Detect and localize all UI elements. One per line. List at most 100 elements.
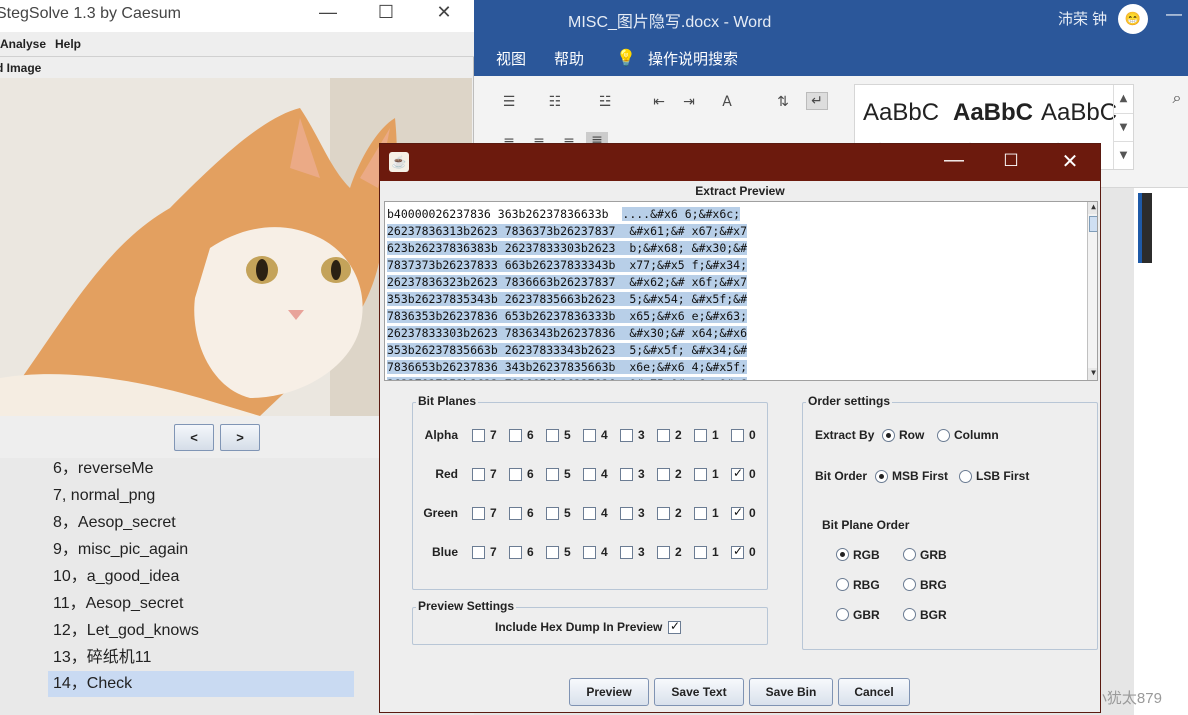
multilevel-list-icon[interactable]: ☳ — [594, 94, 616, 112]
extract-by-column-radio[interactable] — [937, 429, 950, 442]
hex-dump-checkbox[interactable] — [668, 619, 681, 634]
bit-checkbox[interactable] — [657, 468, 670, 481]
extract-preview-text[interactable]: b40000026237836 363b26237836633b ....&#x… — [384, 201, 1098, 381]
menu-analyse[interactable]: Analyse — [0, 37, 46, 51]
plane-order-gbr-radio[interactable] — [836, 608, 849, 621]
bit-checkbox[interactable] — [472, 546, 485, 559]
numbered-list-icon[interactable]: ☷ — [544, 94, 566, 112]
list-item-selected[interactable]: 14，Check — [48, 671, 354, 697]
preview-line: 26237836313b2623 7836373b26237837 &#x61;… — [387, 223, 748, 240]
bit-checkbox[interactable] — [620, 429, 633, 442]
increase-indent-icon[interactable]: ⇥ — [678, 94, 700, 112]
extract-by-row-radio[interactable] — [882, 429, 895, 442]
bit-number-label: 6 — [527, 467, 534, 481]
bit-checkbox[interactable] — [472, 468, 485, 481]
msb-first-radio[interactable] — [875, 470, 888, 483]
bit-checkbox[interactable] — [731, 429, 744, 442]
bit-checkbox[interactable] — [731, 544, 744, 559]
scroll-up-icon[interactable]: ▲ — [1088, 202, 1097, 214]
bit-checkbox[interactable] — [694, 429, 707, 442]
bit-checkbox[interactable] — [694, 468, 707, 481]
bit-checkbox[interactable] — [583, 546, 596, 559]
list-item[interactable]: 6，reverseMe — [48, 456, 354, 482]
style-sample-heading2[interactable]: AaBbC — [863, 99, 939, 127]
bit-checkbox[interactable] — [657, 546, 670, 559]
bit-planes-title: Bit Planes — [416, 394, 479, 408]
bit-checkbox[interactable] — [546, 507, 559, 520]
chevron-down-icon[interactable]: ▼ — [1114, 113, 1133, 141]
bit-checkbox[interactable] — [472, 429, 485, 442]
menu-help[interactable]: Help — [55, 37, 81, 51]
lsb-first-label: LSB First — [976, 469, 1030, 483]
minimize-button[interactable]: — — [316, 2, 340, 23]
bit-number-label: 1 — [712, 428, 719, 442]
bit-checkbox[interactable] — [620, 507, 633, 520]
lsb-first-radio[interactable] — [959, 470, 972, 483]
plane-order-rbg-radio[interactable] — [836, 578, 849, 591]
dialog-maximize-button[interactable]: ☐ — [999, 151, 1023, 171]
avatar[interactable]: 😁 — [1118, 4, 1148, 34]
dialog-minimize-button[interactable]: — — [942, 149, 966, 172]
bit-checkbox[interactable] — [472, 507, 485, 520]
plane-order-bgr-radio[interactable] — [903, 608, 916, 621]
word-user-name[interactable]: 沛荣 钟 — [1058, 8, 1107, 29]
bit-checkbox[interactable] — [509, 429, 522, 442]
word-menu-view[interactable]: 视图 — [496, 48, 526, 69]
chevron-up-icon[interactable]: ▲ — [1114, 85, 1133, 113]
bit-checkbox[interactable] — [694, 546, 707, 559]
bit-checkbox[interactable] — [509, 507, 522, 520]
list-item[interactable]: 10，a_good_idea — [48, 564, 354, 590]
sort-icon[interactable]: ⇅ — [772, 94, 794, 112]
bit-checkbox[interactable] — [509, 546, 522, 559]
bit-number-label: 4 — [601, 506, 608, 520]
bit-checkbox[interactable] — [731, 505, 744, 520]
extract-by-row-label: Row — [899, 428, 925, 442]
scroll-down-icon[interactable]: ▼ — [1088, 368, 1097, 380]
scroll-thumb[interactable] — [1089, 216, 1097, 232]
decrease-indent-icon[interactable]: ⇤ — [648, 94, 670, 112]
maximize-button[interactable]: ☐ — [374, 2, 398, 23]
plane-order-brg-radio[interactable] — [903, 578, 916, 591]
bit-checkbox[interactable] — [583, 507, 596, 520]
cancel-button[interactable]: Cancel — [838, 678, 910, 706]
text-direction-icon[interactable]: A — [716, 94, 738, 112]
next-button[interactable]: > — [220, 424, 260, 451]
bullet-list-icon[interactable]: ☰ — [498, 94, 520, 112]
word-menu-help[interactable]: 帮助 — [554, 48, 584, 69]
bit-checkbox[interactable] — [546, 468, 559, 481]
bit-checkbox[interactable] — [731, 466, 744, 481]
style-sample-heading4[interactable]: AaBbC — [1041, 99, 1117, 127]
word-minimize-button[interactable]: — — [1164, 6, 1184, 30]
styles-scrollbar[interactable]: ▲ ▼ ▼ — [1113, 85, 1133, 169]
bit-checkbox[interactable] — [546, 546, 559, 559]
style-sample-heading3[interactable]: AaBbC — [953, 99, 1033, 127]
dialog-close-button[interactable]: ✕ — [1058, 149, 1082, 174]
search-icon[interactable]: ⌕ — [1166, 88, 1188, 107]
plane-order-grb-radio[interactable] — [903, 548, 916, 561]
list-item[interactable]: 12，Let_god_knows — [48, 618, 354, 644]
preview-button[interactable]: Preview — [569, 678, 649, 706]
bit-checkbox[interactable] — [546, 429, 559, 442]
preview-scrollbar[interactable]: ▲ ▼ — [1087, 202, 1097, 380]
list-item[interactable]: 8，Aesop_secret — [48, 510, 354, 536]
close-button[interactable]: ✕ — [432, 2, 456, 23]
word-menu-search[interactable]: 操作说明搜索 — [648, 48, 738, 69]
bit-checkbox[interactable] — [694, 507, 707, 520]
list-item[interactable]: 13，碎纸机11 — [48, 645, 354, 671]
bit-checkbox[interactable] — [583, 429, 596, 442]
list-item[interactable]: 7, normal_png — [48, 483, 354, 509]
more-styles-icon[interactable]: ▼ — [1114, 141, 1133, 169]
prev-button[interactable]: < — [174, 424, 214, 451]
save-text-button[interactable]: Save Text — [654, 678, 744, 706]
bit-checkbox[interactable] — [620, 468, 633, 481]
bit-checkbox[interactable] — [657, 507, 670, 520]
bit-checkbox[interactable] — [509, 468, 522, 481]
list-item[interactable]: 9，misc_pic_again — [48, 537, 354, 563]
list-item[interactable]: 11，Aesop_secret — [48, 591, 354, 617]
bit-checkbox[interactable] — [583, 468, 596, 481]
bit-checkbox[interactable] — [657, 429, 670, 442]
save-bin-button[interactable]: Save Bin — [749, 678, 833, 706]
bit-checkbox[interactable] — [620, 546, 633, 559]
paragraph-marks-icon[interactable]: ↵ — [806, 92, 828, 110]
plane-order-rgb-radio[interactable] — [836, 548, 849, 561]
